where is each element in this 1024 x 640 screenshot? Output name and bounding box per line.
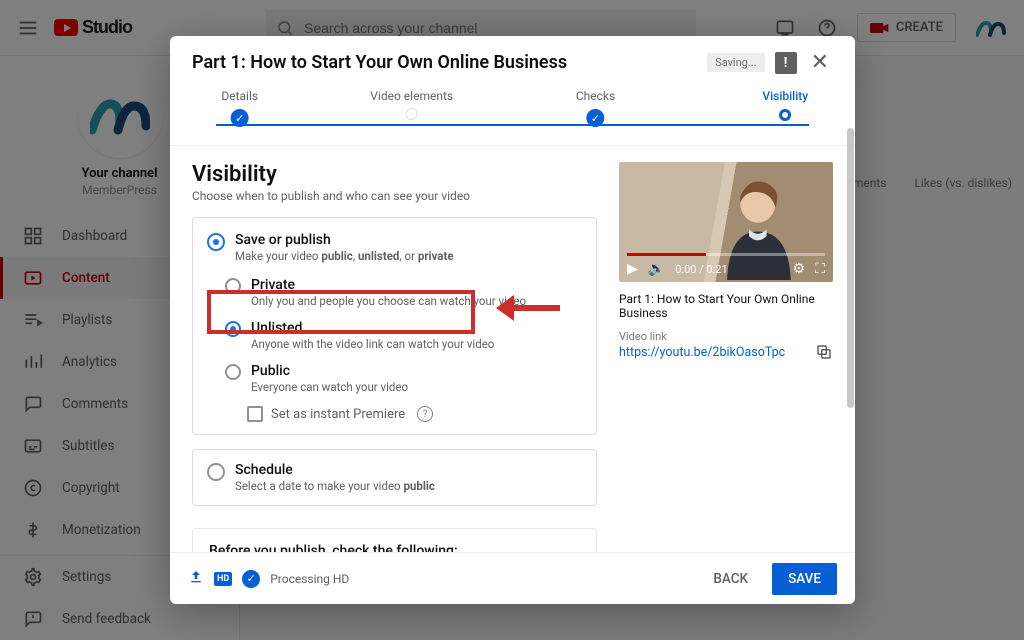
hd-badge: HD bbox=[214, 572, 232, 586]
processing-status: Processing HD bbox=[270, 572, 349, 586]
checkbox-premiere[interactable] bbox=[247, 406, 263, 422]
save-button[interactable]: SAVE bbox=[772, 563, 837, 595]
save-or-publish-group: Save or publish Make your video public, … bbox=[192, 217, 597, 435]
settings-gear-icon[interactable]: ⚙ bbox=[793, 261, 806, 277]
schedule-group[interactable]: Schedule Select a date to make your vide… bbox=[192, 449, 597, 506]
fullscreen-icon[interactable]: ⛶ bbox=[815, 261, 825, 277]
video-title: Part 1: How to Start Your Own Online Bus… bbox=[619, 292, 833, 320]
option-public[interactable]: PublicEveryone can watch your video bbox=[207, 357, 582, 400]
dialog-title: Part 1: How to Start Your Own Online Bus… bbox=[192, 52, 697, 73]
step-checks[interactable]: Checks bbox=[576, 89, 615, 127]
step-visibility[interactable]: Visibility bbox=[762, 89, 808, 121]
instant-premiere-row[interactable]: Set as instant Premiere ? bbox=[207, 400, 582, 424]
help-icon[interactable]: ? bbox=[417, 406, 433, 422]
dialog-scrollbar[interactable] bbox=[847, 128, 855, 552]
section-heading: Visibility bbox=[192, 162, 597, 187]
section-sub: Choose when to publish and who can see y… bbox=[192, 189, 597, 203]
video-link-label: Video link bbox=[619, 330, 833, 343]
dialog-footer: HD ✓ Processing HD BACK SAVE bbox=[170, 552, 855, 604]
step-details[interactable]: Details bbox=[221, 89, 258, 127]
check-icon: ✓ bbox=[242, 570, 260, 588]
back-button[interactable]: BACK bbox=[699, 563, 762, 595]
upload-icon bbox=[188, 569, 204, 589]
radio-unlisted[interactable] bbox=[225, 321, 241, 337]
video-timecode: 0:00 / 0:21 bbox=[675, 263, 727, 276]
group-label: Save or publish bbox=[235, 232, 454, 248]
step-video-elements[interactable]: Video elements bbox=[370, 89, 453, 119]
radio-public[interactable] bbox=[225, 364, 241, 380]
close-icon[interactable]: ✕ bbox=[807, 50, 833, 75]
group-desc: Make your video public, unlisted, or pri… bbox=[235, 249, 454, 263]
upload-dialog: Part 1: How to Start Your Own Online Bus… bbox=[170, 36, 855, 604]
video-preview[interactable]: ▶ 🔊 0:00 / 0:21 ⚙ ⛶ bbox=[619, 162, 833, 282]
pre-publish-checks: Before you publish, check the following:… bbox=[192, 528, 597, 552]
feedback-button[interactable]: ! bbox=[775, 52, 797, 74]
option-private[interactable]: PrivateOnly you and people you choose ca… bbox=[207, 271, 582, 314]
radio-save-or-publish[interactable] bbox=[207, 233, 225, 251]
play-icon[interactable]: ▶ bbox=[627, 261, 638, 277]
radio-private[interactable] bbox=[225, 278, 241, 294]
stepper: Details Video elements Checks Visibility bbox=[170, 85, 855, 146]
volume-icon[interactable]: 🔊 bbox=[648, 261, 665, 277]
copy-icon[interactable] bbox=[815, 343, 833, 361]
saving-indicator: Saving... bbox=[707, 53, 764, 72]
radio-schedule[interactable] bbox=[207, 463, 225, 481]
option-unlisted[interactable]: UnlistedAnyone with the video link can w… bbox=[207, 314, 582, 357]
video-link[interactable]: https://youtu.be/2bikOasoTpc bbox=[619, 345, 785, 360]
